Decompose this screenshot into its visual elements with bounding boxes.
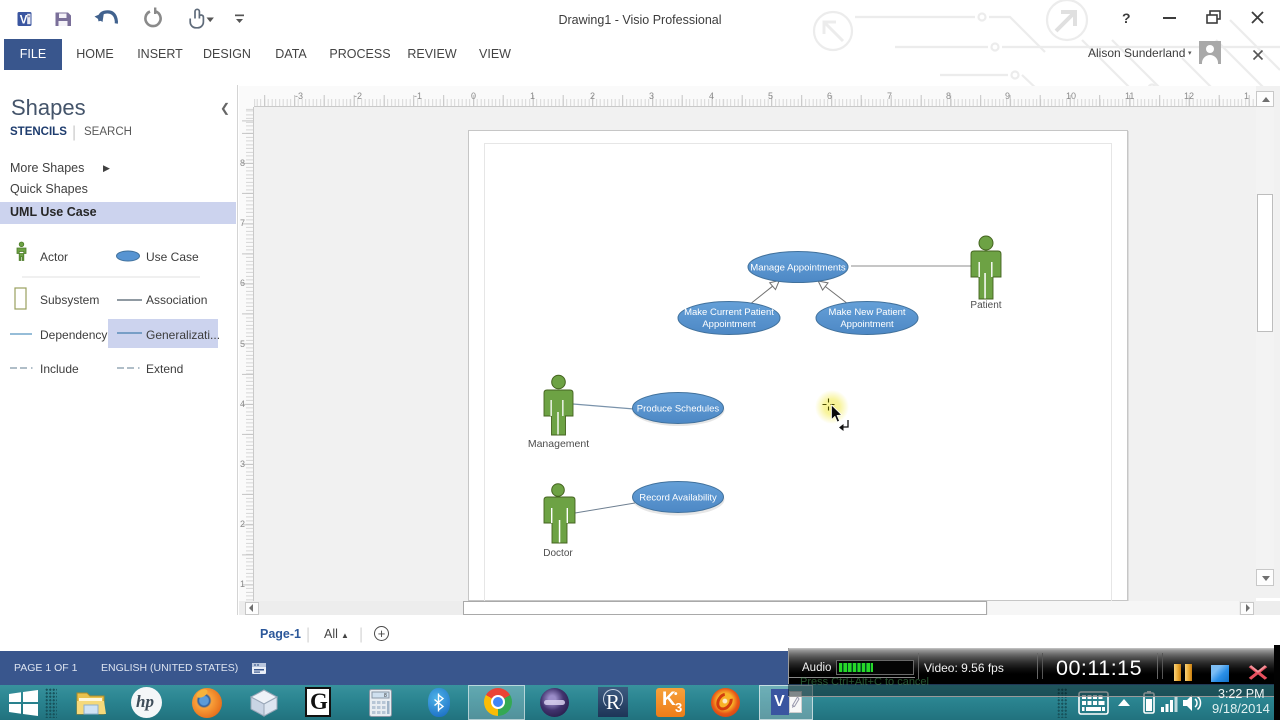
svg-text:Extend: Extend bbox=[146, 362, 183, 376]
svg-text:Generalizati...: Generalizati... bbox=[146, 328, 220, 342]
svg-text:Include: Include bbox=[40, 362, 79, 376]
svg-text:8: 8 bbox=[384, 693, 387, 699]
svg-text:Subsystem: Subsystem bbox=[40, 293, 99, 307]
svg-text:Dependency: Dependency bbox=[40, 328, 107, 342]
svg-text:Association: Association bbox=[146, 293, 207, 307]
svg-text:Actor: Actor bbox=[40, 250, 68, 264]
svg-text:Use Case: Use Case bbox=[146, 250, 199, 264]
svg-text:V: V bbox=[20, 15, 28, 27]
